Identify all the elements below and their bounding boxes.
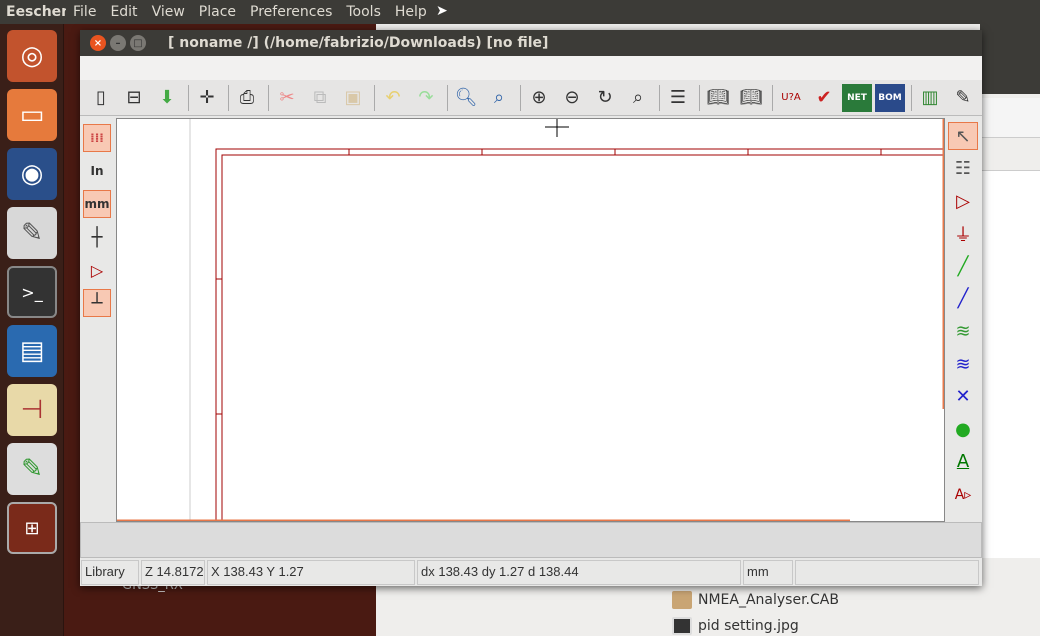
footprint-assign-icon[interactable]: ▥: [915, 84, 945, 112]
cut-icon[interactable]: ✂: [272, 84, 302, 112]
menu-preferences[interactable]: Preferences: [243, 4, 339, 20]
status-units: mm: [743, 560, 793, 585]
writer-icon[interactable]: ▤: [7, 325, 57, 377]
zoom-fit-icon[interactable]: ⌕: [623, 84, 653, 112]
ubuntu-icon[interactable]: ◎: [7, 30, 57, 82]
bus-bus-entry-icon[interactable]: ≋: [948, 350, 978, 378]
status-empty: [795, 560, 979, 585]
status-zoom: Z 14.8172: [141, 560, 205, 585]
menu-help[interactable]: Help: [388, 4, 434, 20]
firefox-icon[interactable]: ◉: [7, 148, 57, 200]
hierarchy-navigator-icon[interactable]: ☷: [948, 155, 978, 183]
add-global-label-icon[interactable]: A ▹: [948, 481, 978, 509]
menu-tools[interactable]: Tools: [339, 4, 388, 20]
new-sheet-icon[interactable]: ▯: [86, 84, 116, 112]
add-wire-icon[interactable]: ╱: [948, 252, 978, 280]
add-bus-icon[interactable]: ╱: [948, 285, 978, 313]
hierarchy-icon[interactable]: ☰: [663, 84, 693, 112]
archive-icon: [672, 591, 692, 609]
bom-icon[interactable]: BOM: [875, 83, 905, 112]
app-name: Eeschema: [6, 4, 66, 20]
zoom-out-icon[interactable]: ⊖: [557, 84, 587, 112]
fm-toolbar: [980, 98, 1040, 138]
library-browser-icon[interactable]: 📖︎: [736, 84, 766, 112]
netlist-icon[interactable]: NET: [842, 83, 872, 112]
annotate-icon[interactable]: U?A: [776, 84, 806, 112]
text-editor-icon[interactable]: ✎: [7, 207, 57, 259]
add-power-icon[interactable]: ⏚: [948, 220, 978, 248]
label-text: A: [956, 451, 970, 473]
image-icon: [672, 617, 692, 635]
eeschema-window: × – □ [ noname /] (/home/fabrizio/Downlo…: [80, 30, 982, 586]
select-icon[interactable]: ↖: [948, 122, 978, 150]
find-icon[interactable]: 🔍︎: [451, 84, 481, 112]
erc-icon[interactable]: ✔: [809, 84, 839, 112]
menu-view[interactable]: View: [145, 4, 192, 20]
file-item[interactable]: pid setting.jpg: [672, 617, 799, 635]
workspace-switcher-icon[interactable]: ⊞: [7, 502, 57, 554]
undo-icon[interactable]: ↶: [378, 84, 408, 112]
minimize-icon[interactable]: –: [110, 35, 126, 51]
file-name: NMEA_Analyser.CAB: [698, 592, 839, 608]
menu-area: [80, 56, 982, 80]
menu-edit[interactable]: Edit: [103, 4, 144, 20]
page-settings-icon[interactable]: ✛: [192, 84, 222, 112]
status-library: Library: [81, 560, 139, 585]
find-replace-icon[interactable]: ⌕: [484, 84, 514, 112]
title-bar: × – □ [ noname /] (/home/fabrizio/Downlo…: [80, 30, 982, 56]
fm-content: [980, 170, 1040, 558]
library-editor-icon[interactable]: 📖︎: [703, 84, 733, 112]
zoom-in-icon[interactable]: ⊕: [524, 84, 554, 112]
main-toolbar: ▯ ⊟ ⬇ ✛ ⎙ ✂ ⧉ ▣ ↶ ↷ 🔍︎ ⌕ ⊕ ⊖ ↻ ⌕ ☰ 📖︎ 📖︎…: [80, 80, 982, 116]
file-item[interactable]: NMEA_Analyser.CAB: [672, 591, 839, 609]
fm-header: [980, 24, 1040, 94]
save-icon[interactable]: ⬇: [152, 84, 182, 112]
close-icon[interactable]: ×: [90, 35, 106, 51]
status-bar: Library Z 14.8172 X 138.43 Y 1.27 dx 138…: [80, 560, 982, 585]
wire-angle-icon[interactable]: ┴: [83, 289, 111, 317]
copy-icon[interactable]: ⧉: [305, 84, 335, 112]
schematic-canvas[interactable]: [116, 118, 945, 522]
global-label-text: A: [954, 486, 965, 503]
mouse-cursor-icon: ➤: [436, 3, 448, 19]
inch-units-button[interactable]: In: [83, 157, 111, 185]
menu-file[interactable]: File: [66, 4, 103, 20]
top-menu-bar: Eeschema File Edit View Place Preference…: [0, 0, 1040, 24]
cursor-shape-icon[interactable]: ┼: [83, 223, 111, 251]
add-junction-icon[interactable]: ●: [948, 415, 978, 443]
hidden-pins-icon[interactable]: ▷: [83, 256, 111, 284]
sheet-setup-icon[interactable]: ⊟: [119, 84, 149, 112]
schematic-sheet: [117, 119, 944, 521]
pcbnew-icon[interactable]: ✎: [948, 84, 978, 112]
terminal-icon[interactable]: >_: [7, 266, 57, 318]
add-label-icon[interactable]: A: [948, 448, 978, 476]
redo-icon[interactable]: ↷: [411, 84, 441, 112]
print-icon[interactable]: ⎙: [232, 84, 262, 112]
redraw-icon[interactable]: ↻: [590, 84, 620, 112]
files-icon[interactable]: ▭: [7, 89, 57, 141]
wire-bus-entry-icon[interactable]: ≋: [948, 318, 978, 346]
kicad-icon[interactable]: ✎: [7, 443, 57, 495]
maximize-icon[interactable]: □: [130, 35, 146, 51]
no-connect-icon[interactable]: ✕: [948, 383, 978, 411]
add-component-icon[interactable]: ▷: [948, 187, 978, 215]
menu-place[interactable]: Place: [192, 4, 243, 20]
in-label: In: [90, 164, 104, 178]
window-title: [ noname /] (/home/fabrizio/Downloads) […: [168, 35, 549, 51]
eeschema-icon[interactable]: ⊣: [7, 384, 57, 436]
paste-icon[interactable]: ▣: [338, 84, 368, 112]
launcher: ◎ ▭ ◉ ✎ >_ ▤ ⊣ ✎ ⊞: [0, 24, 64, 636]
file-name: pid setting.jpg: [698, 618, 799, 634]
mm-label: mm: [84, 197, 110, 211]
grid-toggle-icon[interactable]: ⁞⁞⁞: [83, 124, 111, 152]
right-toolbar: ↖ ☷ ▷ ⏚ ╱ ╱ ≋ ≋ ✕ ● A A ▹: [946, 122, 982, 522]
left-toolbar: ⁞⁞⁞ In mm ┼ ▷ ┴: [80, 122, 114, 522]
status-cursor-position: X 138.43 Y 1.27: [207, 560, 415, 585]
status-delta: dx 138.43 dy 1.27 d 138.44: [417, 560, 741, 585]
message-panel: [80, 522, 982, 558]
mm-units-button[interactable]: mm: [83, 190, 111, 218]
